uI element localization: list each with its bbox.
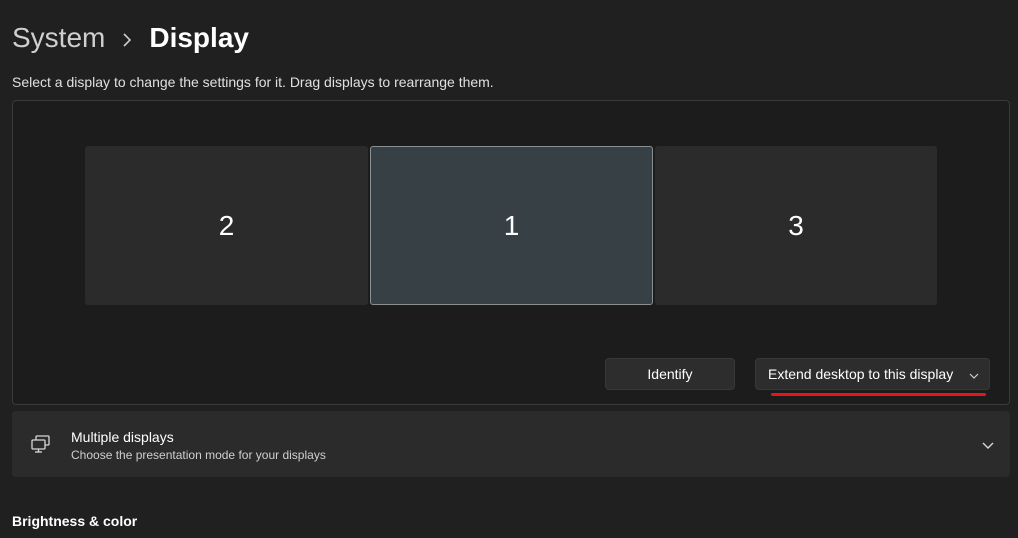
multiple-displays-icon bbox=[30, 433, 52, 455]
breadcrumb: System Display bbox=[12, 18, 249, 58]
identify-button[interactable]: Identify bbox=[605, 358, 735, 390]
brightness-color-heading: Brightness & color bbox=[12, 513, 138, 529]
monitor-label: 3 bbox=[788, 209, 804, 241]
display-arrangement-panel: 2 1 3 Identify Extend desktop to this di… bbox=[12, 100, 1010, 405]
multiple-displays-title: Multiple displays bbox=[71, 429, 174, 445]
multiple-displays-subtitle: Choose the presentation mode for your di… bbox=[71, 448, 326, 462]
arrange-instructions: Select a display to change the settings … bbox=[12, 74, 494, 90]
monitor-1-selected[interactable]: 1 bbox=[370, 146, 653, 305]
display-mode-dropdown[interactable]: Extend desktop to this display bbox=[755, 358, 990, 390]
breadcrumb-system-link[interactable]: System bbox=[12, 18, 105, 58]
annotation-underline bbox=[771, 393, 986, 396]
monitor-label: 2 bbox=[218, 209, 235, 241]
monitor-2[interactable]: 2 bbox=[85, 146, 368, 305]
display-settings-page: System Display Select a display to chang… bbox=[0, 0, 1018, 538]
monitor-label: 1 bbox=[503, 209, 520, 241]
multiple-displays-card[interactable]: Multiple displays Choose the presentatio… bbox=[12, 411, 1010, 477]
expand-chevron-icon[interactable] bbox=[982, 437, 994, 455]
page-title: Display bbox=[149, 22, 249, 53]
monitor-3[interactable]: 3 bbox=[655, 146, 937, 305]
display-mode-value: Extend desktop to this display bbox=[768, 366, 954, 382]
chevron-right-icon bbox=[105, 18, 149, 58]
chevron-down-icon bbox=[969, 366, 979, 382]
